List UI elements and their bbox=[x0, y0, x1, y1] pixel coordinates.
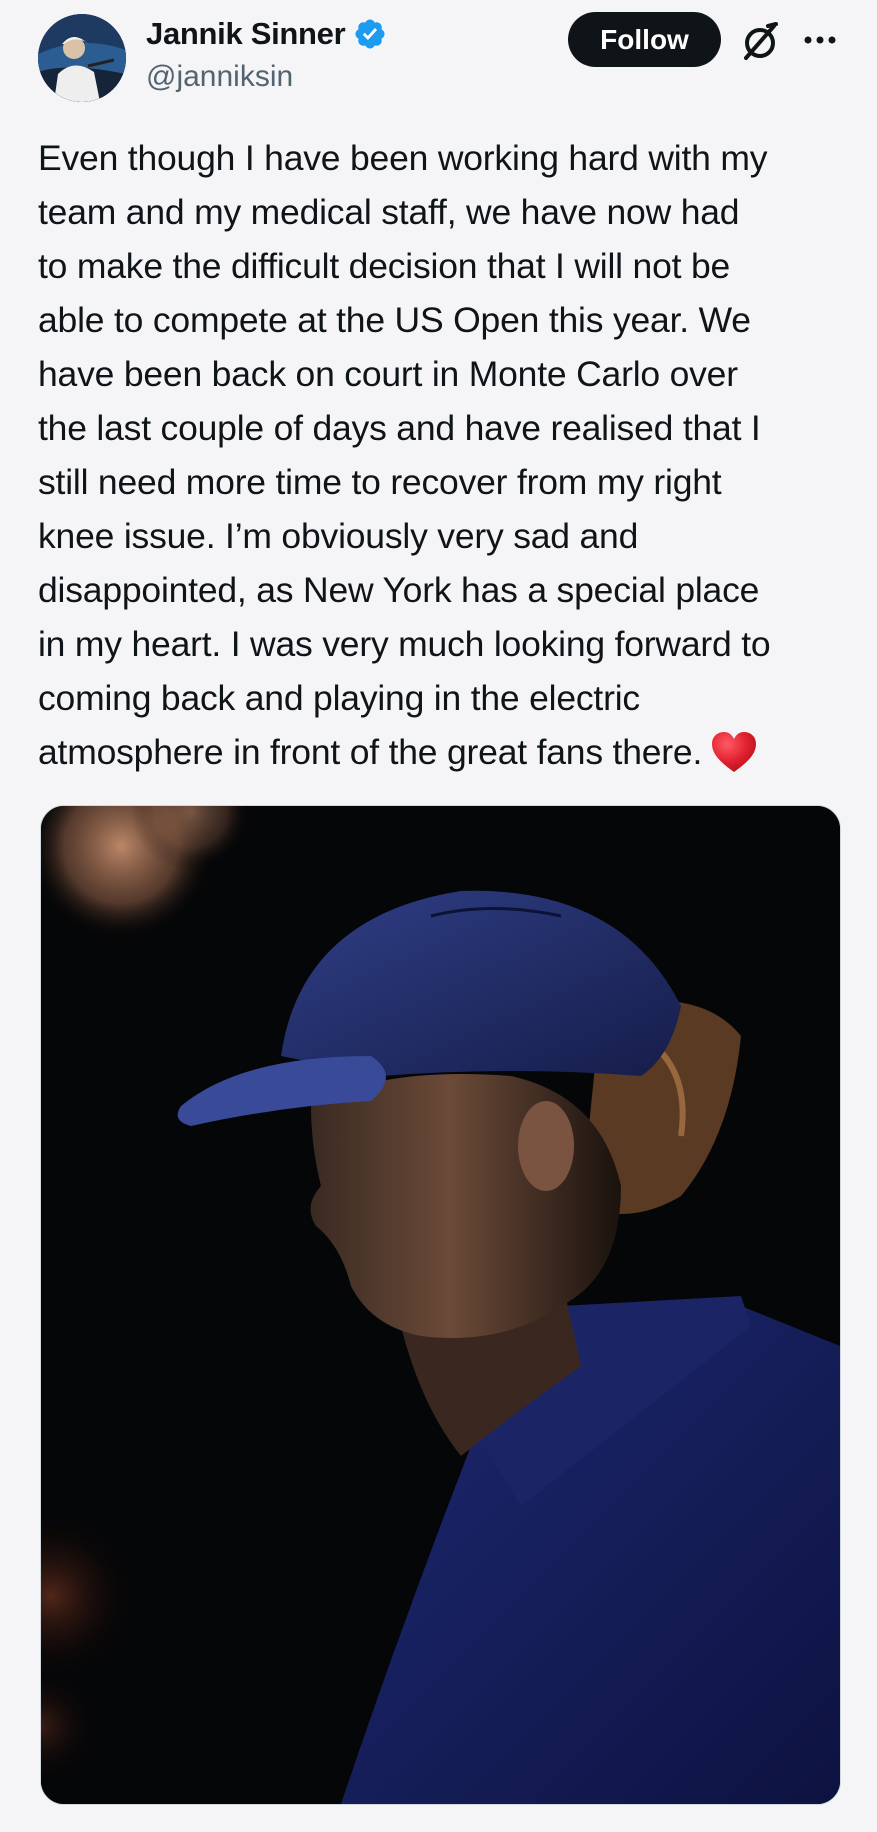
photo-image bbox=[41, 806, 840, 1804]
verified-badge-icon bbox=[355, 19, 385, 49]
author-name-row: Jannik Sinner bbox=[146, 16, 387, 52]
tweet-body: Even though I have been working hard wit… bbox=[38, 138, 771, 772]
grok-icon[interactable] bbox=[738, 20, 782, 64]
more-options-icon[interactable] bbox=[800, 28, 840, 52]
avatar-image bbox=[38, 14, 126, 102]
tweet-photo[interactable] bbox=[40, 805, 841, 1805]
follow-button[interactable]: Follow bbox=[568, 12, 721, 67]
avatar[interactable] bbox=[38, 14, 126, 102]
red-heart-icon bbox=[712, 732, 757, 772]
author-handle[interactable]: @janniksin bbox=[146, 60, 293, 94]
tweet-text: Even though I have been working hard wit… bbox=[38, 131, 850, 779]
author-display-name[interactable]: Jannik Sinner bbox=[146, 16, 346, 52]
tweet-header: Jannik Sinner @janniksin Follow bbox=[0, 0, 877, 120]
